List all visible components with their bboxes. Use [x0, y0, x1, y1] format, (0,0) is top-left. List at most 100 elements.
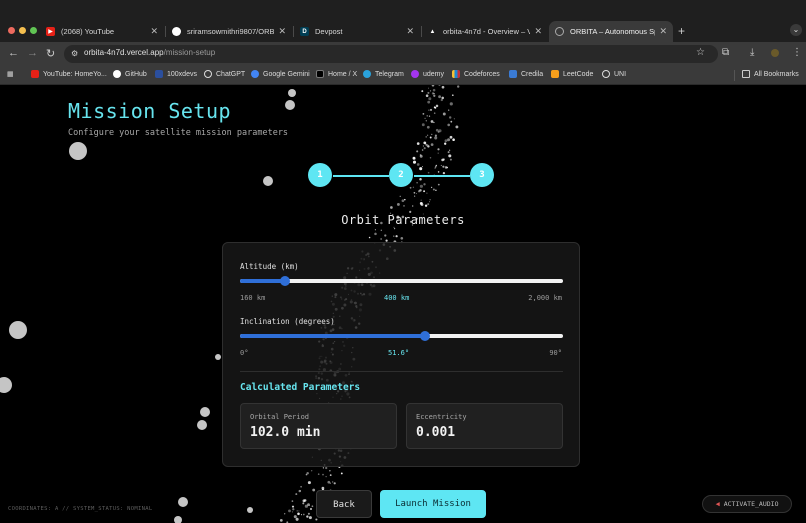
udemy-icon: [411, 70, 419, 78]
floating-orb: [0, 377, 12, 393]
x-icon: [316, 70, 324, 78]
bookmark-gemini[interactable]: Google Gemini: [251, 70, 310, 78]
particle-dot: [308, 516, 312, 520]
particle-dot: [435, 128, 439, 132]
github-icon: [113, 70, 121, 78]
altitude-slider[interactable]: [240, 276, 563, 286]
bookmark-label: YouTube: HomeYo...: [43, 70, 107, 78]
menu-kebab-icon[interactable]: ⋮: [792, 47, 802, 58]
activate-audio-label: ACTIVATE_AUDIO: [723, 500, 779, 508]
particle-dot: [303, 499, 307, 502]
new-tab-button[interactable]: +: [678, 24, 685, 38]
bookmark-label: GitHub: [125, 70, 147, 78]
bookmark-uni[interactable]: UNI: [602, 70, 626, 78]
close-tab-icon[interactable]: ✕: [534, 26, 542, 37]
extensions-icon[interactable]: ⧉: [722, 47, 729, 58]
forward-arrow-icon[interactable]: →: [27, 47, 38, 59]
particle-dot: [403, 205, 405, 207]
bookmark-youtube[interactable]: YouTube: HomeYo...: [31, 70, 107, 78]
all-bookmarks-folder[interactable]: All Bookmarks: [742, 70, 799, 78]
particle-dot: [444, 139, 448, 143]
bookmark-star-icon[interactable]: ☆: [696, 47, 705, 58]
particle-dot: [449, 102, 453, 106]
particle-dot: [425, 94, 429, 97]
particle-dot: [435, 189, 437, 192]
particle-dot: [441, 85, 445, 89]
inclination-slider[interactable]: [240, 331, 563, 341]
bookmark-chatgpt[interactable]: ChatGPT: [204, 70, 245, 78]
particle-dot: [425, 143, 429, 147]
back-arrow-icon[interactable]: ←: [8, 47, 19, 59]
inclination-slider-thumb[interactable]: [420, 331, 431, 341]
telegram-icon: [363, 70, 371, 78]
back-button[interactable]: Back: [316, 490, 372, 518]
close-tab-icon[interactable]: ✕: [150, 26, 158, 37]
close-tab-icon[interactable]: ✕: [278, 26, 286, 37]
particle-dot: [433, 92, 435, 95]
section-title: Orbit Parameters: [341, 213, 465, 227]
particle-dot: [401, 199, 405, 203]
extension-icon[interactable]: [771, 49, 779, 57]
bookmark-leetcode[interactable]: LeetCode: [551, 70, 593, 78]
particle-dot: [425, 136, 428, 138]
bookmark-x[interactable]: Home / X: [316, 70, 357, 78]
eccentricity-stat: Eccentricity 0.001: [406, 403, 563, 449]
particle-dot: [423, 141, 427, 145]
maximize-window-button[interactable]: [30, 27, 37, 34]
particle-dot: [284, 513, 286, 515]
devpost-icon: D: [300, 27, 309, 36]
browser-tab[interactable]: D Devpost ✕: [294, 21, 420, 42]
launch-mission-button[interactable]: Launch Mission: [380, 490, 486, 518]
particle-dot: [419, 177, 422, 181]
url-text[interactable]: orbita-4n7d.vercel.app/mission-setup: [84, 48, 215, 57]
particle-dot: [442, 112, 446, 116]
particle-dot: [432, 188, 435, 191]
minimize-window-button[interactable]: [19, 27, 26, 34]
browser-tab-active[interactable]: ORBITA – Autonomous Space ✕: [549, 21, 673, 42]
particle-dot: [419, 184, 423, 188]
activate-audio-button[interactable]: ◀ ACTIVATE_AUDIO: [702, 495, 792, 513]
step-2[interactable]: 2: [389, 163, 413, 187]
browser-tab[interactable]: ▶ (2068) YouTube ✕: [40, 21, 164, 42]
site-info-icon[interactable]: ⚙: [71, 49, 78, 58]
browser-tab[interactable]: ▲ orbita-4n7d - Overview – Ve ✕: [422, 21, 548, 42]
bookmark-udemy[interactable]: udemy: [411, 70, 444, 78]
download-icon[interactable]: ⤓: [750, 47, 754, 58]
close-tab-icon[interactable]: ✕: [406, 26, 414, 37]
bookmark-codeforces[interactable]: Codeforces: [452, 70, 500, 78]
particle-dot: [400, 236, 404, 240]
close-tab-icon[interactable]: ✕: [659, 26, 667, 37]
tab-search-button[interactable]: ⌄: [790, 24, 802, 36]
particle-dot: [309, 507, 313, 511]
particle-dot: [325, 476, 327, 478]
particle-dot: [434, 134, 437, 137]
particle-dot: [427, 171, 430, 174]
altitude-min-label: 160 km: [240, 294, 266, 302]
stepper-connector: [333, 175, 389, 177]
bookmark-100xdevs[interactable]: 100xdevs: [155, 70, 197, 78]
inclination-label: Inclination (degrees): [240, 317, 335, 326]
step-1[interactable]: 1: [308, 163, 332, 187]
bookmark-telegram[interactable]: Telegram: [363, 70, 404, 78]
browser-tab[interactable]: sriramsowmithri9807/ORBITA ✕: [166, 21, 292, 42]
particle-dot: [444, 166, 448, 169]
particle-dot: [302, 502, 305, 505]
close-window-button[interactable]: [8, 27, 15, 34]
google-icon: [251, 70, 259, 78]
step-3[interactable]: 3: [470, 163, 494, 187]
bookmark-credila[interactable]: Credila: [509, 70, 543, 78]
particle-dot: [416, 163, 420, 166]
particle-dot: [428, 115, 431, 117]
particle-dot: [430, 143, 434, 146]
particle-dot: [300, 514, 303, 516]
reload-icon[interactable]: ↻: [46, 47, 55, 60]
apps-grid-icon[interactable]: ▦: [7, 70, 14, 78]
particle-dot: [448, 154, 452, 158]
tab-title: (2068) YouTube: [61, 27, 115, 36]
particle-dot: [433, 106, 436, 109]
floating-orb: [200, 407, 210, 417]
bookmark-github[interactable]: GitHub: [113, 70, 147, 78]
inclination-slider-fill: [240, 334, 426, 338]
particle-dot: [427, 100, 431, 104]
altitude-slider-thumb[interactable]: [280, 276, 291, 286]
